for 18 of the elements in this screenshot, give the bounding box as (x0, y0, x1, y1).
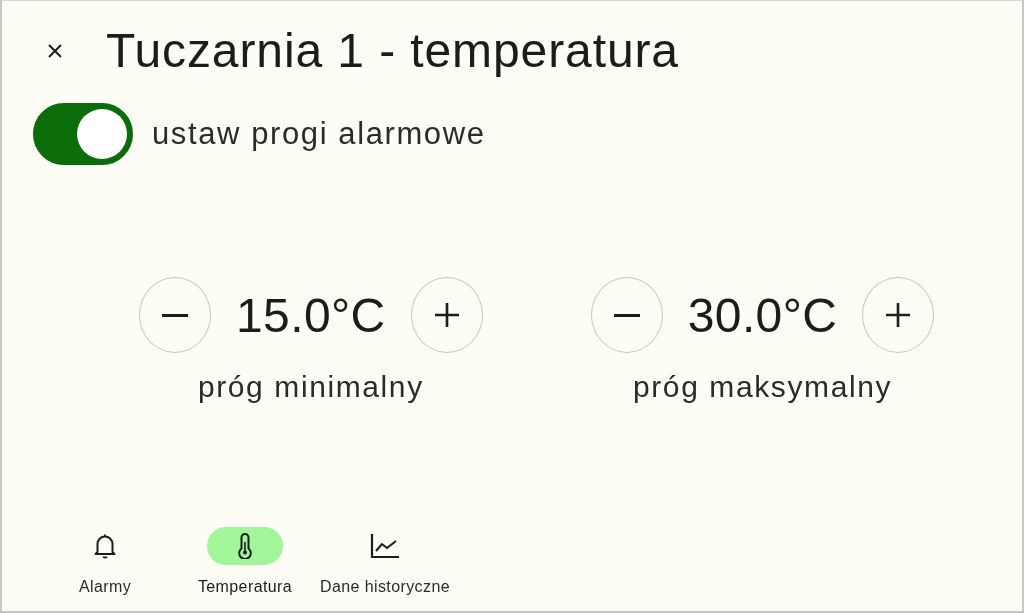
line-chart-icon (370, 533, 400, 559)
plus-icon (886, 303, 911, 327)
toggle-label: ustaw progi alarmowe (152, 115, 486, 152)
plus-icon (434, 303, 459, 327)
close-icon (47, 43, 63, 59)
dialog-title: Tuczarnia 1 - temperatura (106, 23, 679, 79)
minus-icon (613, 313, 640, 317)
nav-tab[interactable]: Temperatura (180, 527, 310, 597)
nav-tab[interactable]: Alarmy (40, 527, 170, 597)
threshold-value: 15.0°C (236, 287, 386, 343)
minus-icon (162, 313, 188, 317)
thermometer-icon (237, 533, 253, 559)
close-button[interactable] (46, 42, 64, 60)
threshold-label: próg minimalny (197, 369, 424, 405)
threshold-label: próg maksymalny (633, 369, 893, 405)
nav-tab[interactable]: Dane historyczne (320, 527, 450, 597)
threshold-value: 30.0°C (687, 287, 838, 343)
bell-icon (93, 533, 117, 559)
